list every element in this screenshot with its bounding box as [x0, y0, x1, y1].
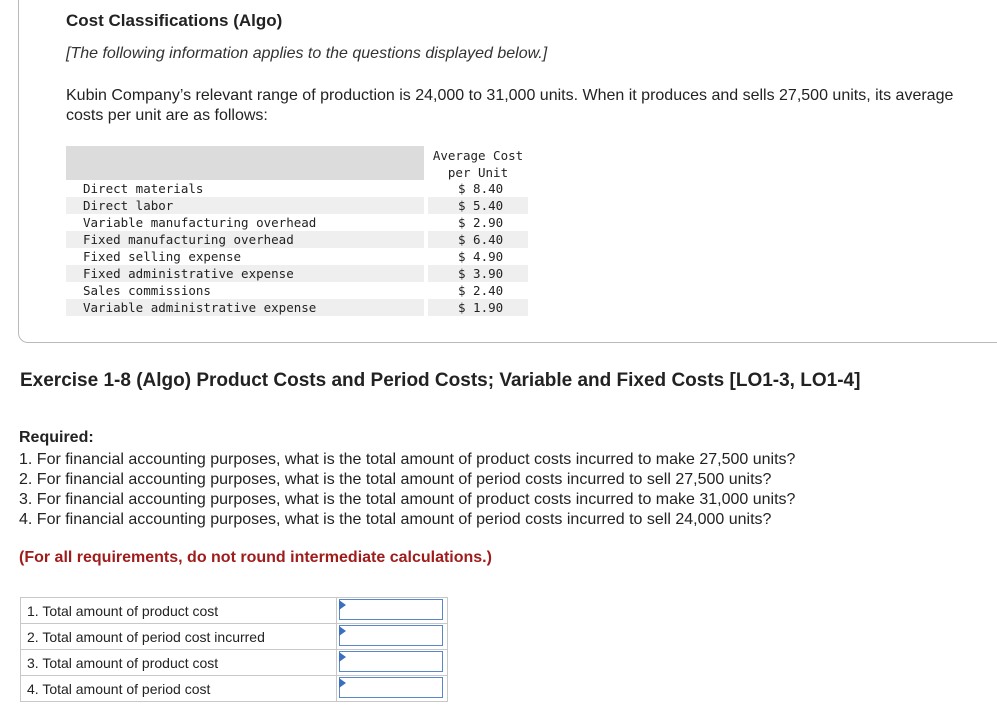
answer-cell	[336, 675, 448, 702]
cost-label: Direct labor	[83, 198, 174, 213]
input-marker-icon	[339, 600, 346, 610]
exercise-title: Exercise 1-8 (Algo) Product Costs and Pe…	[20, 370, 861, 391]
info-note: [The following information applies to th…	[66, 45, 548, 62]
cost-value: $ 3.90	[428, 265, 528, 282]
answer-row: 1. Total amount of product cost	[20, 597, 448, 624]
answer-table: 1. Total amount of product cost 2. Total…	[20, 597, 448, 702]
cost-value: $ 8.40	[458, 181, 504, 196]
period-cost-input-2[interactable]	[339, 625, 443, 646]
requirements-list: 1. For financial accounting purposes, wh…	[19, 450, 795, 530]
cost-value: $ 2.90	[458, 215, 504, 230]
cost-value: $ 6.40	[428, 231, 528, 248]
requirement-item: 1. For financial accounting purposes, wh…	[19, 451, 796, 468]
answer-label: 3. Total amount of product cost	[20, 649, 337, 676]
header-band	[66, 146, 424, 180]
column-header-line1: Average Cost	[432, 148, 524, 163]
input-marker-icon	[339, 652, 346, 662]
cost-label: Fixed selling expense	[83, 249, 242, 264]
answer-cell	[336, 597, 448, 624]
rounding-note: (For all requirements, do not round inte…	[19, 549, 492, 566]
input-marker-icon	[339, 678, 346, 688]
product-cost-input-1[interactable]	[339, 599, 443, 620]
period-cost-input-4[interactable]	[339, 677, 443, 698]
input-marker-icon	[339, 626, 346, 636]
intro-text: Kubin Company’s relevant range of produc…	[66, 87, 954, 124]
answer-label: 4. Total amount of period cost	[20, 675, 337, 702]
required-heading: Required:	[19, 429, 94, 446]
requirement-item: 4. For financial accounting purposes, wh…	[19, 511, 772, 528]
answer-label: 1. Total amount of product cost	[20, 597, 337, 624]
cost-label: Variable administrative expense	[83, 300, 317, 315]
cost-value: $ 2.40	[458, 283, 504, 298]
column-header-line2: per Unit	[447, 165, 509, 180]
answer-cell	[336, 623, 448, 650]
answer-cell	[336, 649, 448, 676]
answer-row: 4. Total amount of period cost	[20, 675, 448, 702]
cost-value: $ 5.40	[428, 197, 528, 214]
cost-label: Fixed administrative expense	[83, 266, 294, 281]
requirement-item: 2. For financial accounting purposes, wh…	[19, 471, 772, 488]
cost-label: Direct materials	[83, 181, 204, 196]
cost-label: Fixed manufacturing overhead	[83, 232, 294, 247]
product-cost-input-3[interactable]	[339, 651, 443, 672]
cost-value: $ 1.90	[428, 299, 528, 316]
requirement-item: 3. For financial accounting purposes, wh…	[19, 491, 796, 508]
page-title: Cost Classifications (Algo)	[66, 11, 283, 30]
answer-row: 3. Total amount of product cost	[20, 649, 448, 676]
cost-value: $ 4.90	[458, 249, 504, 264]
column-header: Average Cost per Unit	[428, 147, 528, 181]
cost-label: Variable manufacturing overhead	[83, 215, 317, 230]
answer-label: 2. Total amount of period cost incurred	[20, 623, 337, 650]
cost-label: Sales commissions	[83, 283, 211, 298]
answer-row: 2. Total amount of period cost incurred	[20, 623, 448, 650]
